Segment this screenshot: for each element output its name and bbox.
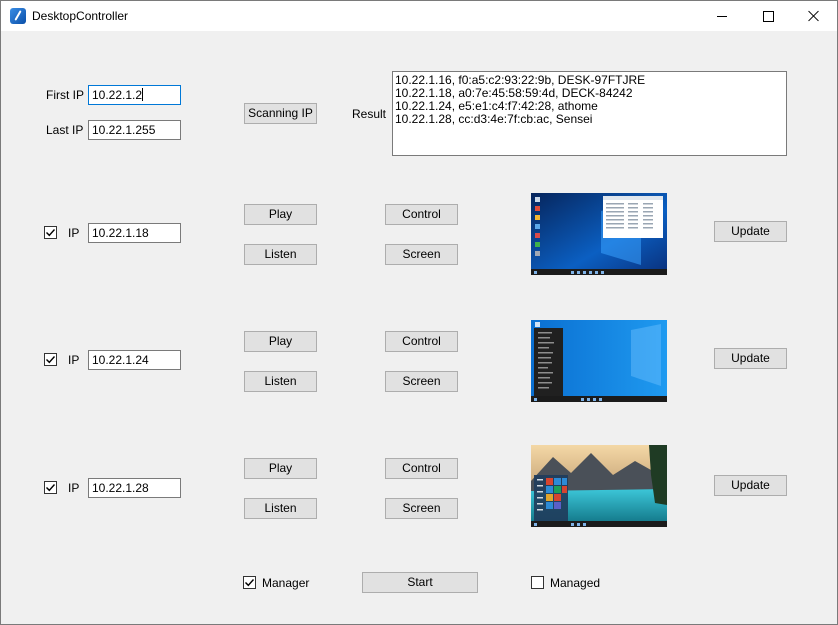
checkmark-icon bbox=[46, 484, 56, 492]
client-1-listen-button[interactable]: Listen bbox=[244, 244, 317, 265]
client-3-screen-button[interactable]: Screen bbox=[385, 498, 458, 519]
result-label: Result bbox=[352, 107, 387, 121]
client-3-checkbox[interactable] bbox=[44, 481, 57, 494]
client-1-control-button[interactable]: Control bbox=[385, 204, 458, 225]
checkmark-icon bbox=[245, 579, 255, 587]
client-1-ip-label: IP bbox=[68, 226, 80, 240]
client-1-play-button[interactable]: Play bbox=[244, 204, 317, 225]
last-ip-label: Last IP bbox=[46, 123, 84, 137]
scan-ip-button[interactable]: Scanning IP bbox=[244, 103, 317, 124]
title-bar[interactable]: DesktopController bbox=[1, 1, 837, 31]
client-3-ip-input[interactable]: 10.22.1.28 bbox=[88, 478, 181, 498]
client-2-ip-label: IP bbox=[68, 353, 80, 367]
maximize-icon bbox=[762, 10, 774, 22]
window-title: DesktopController bbox=[32, 9, 129, 23]
minimize-button[interactable] bbox=[699, 1, 745, 31]
client-2-ip-input[interactable]: 10.22.1.24 bbox=[88, 350, 181, 370]
checkmark-icon bbox=[46, 229, 56, 237]
client-2-listen-button[interactable]: Listen bbox=[244, 371, 317, 392]
checkmark-icon bbox=[46, 356, 56, 364]
managed-label: Managed bbox=[550, 576, 601, 590]
client-3-update-button[interactable]: Update bbox=[714, 475, 787, 496]
client-3-listen-button[interactable]: Listen bbox=[244, 498, 317, 519]
main-window: DesktopController First IP 10.22.1.2 Las… bbox=[0, 0, 838, 625]
text-caret bbox=[142, 88, 144, 101]
start-button[interactable]: Start bbox=[362, 572, 478, 593]
first-ip-label: First IP bbox=[46, 88, 84, 102]
first-ip-input[interactable]: 10.22.1.2 bbox=[88, 85, 181, 105]
maximize-button[interactable] bbox=[745, 1, 791, 31]
manager-checkbox[interactable] bbox=[243, 576, 256, 589]
result-list[interactable]: 10.22.1.16, f0:a5:c2:93:22:9b, DESK-97FT… bbox=[392, 71, 787, 156]
last-ip-input[interactable]: 10.22.1.255 bbox=[88, 120, 181, 140]
close-icon bbox=[808, 10, 820, 22]
client-1-screen-thumbnail[interactable] bbox=[531, 193, 667, 275]
client-3-play-button[interactable]: Play bbox=[244, 458, 317, 479]
client-1-ip-input[interactable]: 10.22.1.18 bbox=[88, 223, 181, 243]
client-1-screen-button[interactable]: Screen bbox=[385, 244, 458, 265]
first-ip-value: 10.22.1.2 bbox=[92, 88, 143, 102]
client-2-screen-button[interactable]: Screen bbox=[385, 371, 458, 392]
client-2-screen-thumbnail[interactable] bbox=[531, 320, 667, 402]
client-1-update-button[interactable]: Update bbox=[714, 221, 787, 242]
client-3-screen-thumbnail[interactable] bbox=[531, 445, 667, 527]
minimize-icon bbox=[717, 15, 727, 17]
client-2-checkbox[interactable] bbox=[44, 353, 57, 366]
client-2-update-button[interactable]: Update bbox=[714, 348, 787, 369]
client-2-play-button[interactable]: Play bbox=[244, 331, 317, 352]
managed-checkbox[interactable] bbox=[531, 576, 544, 589]
client-3-ip-label: IP bbox=[68, 481, 80, 495]
close-button[interactable] bbox=[791, 1, 837, 31]
app-icon bbox=[10, 8, 26, 24]
manager-label: Manager bbox=[262, 576, 310, 590]
client-2-control-button[interactable]: Control bbox=[385, 331, 458, 352]
client-1-checkbox[interactable] bbox=[44, 226, 57, 239]
client-3-control-button[interactable]: Control bbox=[385, 458, 458, 479]
result-line: 10.22.1.28, cc:d3:4e:7f:cb:ac, Sensei bbox=[395, 112, 593, 126]
